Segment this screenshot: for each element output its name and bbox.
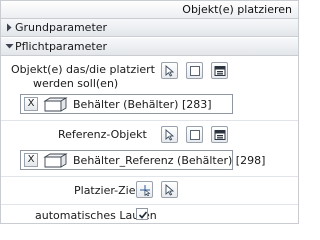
checkmark-icon: [138, 211, 148, 219]
objects-field[interactable]: X Behälter (Behälter) [283]: [20, 94, 233, 114]
chevron-down-icon: [5, 44, 14, 49]
pflichtparameter-content: Objekt(e) das/die platziert werden soll(…: [1, 57, 298, 223]
panel-title: Objekt(e) platzieren: [182, 3, 292, 16]
select-pointer-icon: [165, 65, 175, 77]
rectangle-select-icon: [190, 66, 200, 76]
chevron-right-icon: [7, 23, 12, 32]
section-label: Pflichtparameter: [15, 40, 108, 53]
divider: [1, 204, 298, 205]
panel-titlebar: Objekt(e) platzieren: [1, 1, 298, 19]
reference-rectangle-select-button[interactable]: [186, 126, 203, 143]
properties-panel: Objekt(e) platzieren Grundparameter Pfli…: [0, 0, 299, 224]
section-label: Grundparameter: [15, 21, 108, 34]
target-select-pointer-button[interactable]: [161, 181, 178, 198]
section-pflichtparameter[interactable]: Pflichtparameter: [1, 38, 298, 56]
reference-value: Behälter_Referenz (Behälter) [298]: [73, 154, 266, 167]
object-box-icon: [43, 153, 68, 168]
objects-rectangle-select-button[interactable]: [186, 62, 203, 79]
pick-point-icon: [140, 185, 151, 196]
objects-label-line2: werden soll(en): [33, 77, 119, 90]
object-box-icon: [43, 97, 68, 112]
divider: [1, 120, 298, 121]
reference-label: Referenz-Objekt: [58, 128, 147, 141]
objects-list-select-button[interactable]: [211, 62, 228, 79]
objects-select-pointer-button[interactable]: [161, 62, 178, 79]
list-select-icon: [214, 130, 226, 140]
divider: [1, 176, 298, 177]
select-pointer-icon: [165, 129, 175, 141]
list-select-icon: [214, 66, 226, 76]
reference-field[interactable]: X Behälter_Referenz (Behälter) [298]: [20, 150, 265, 170]
reference-select-pointer-button[interactable]: [161, 126, 178, 143]
section-grundparameter[interactable]: Grundparameter: [1, 19, 298, 37]
target-pick-point-button[interactable]: [136, 181, 153, 198]
rectangle-select-icon: [190, 130, 200, 140]
auto-run-checkbox[interactable]: [136, 208, 148, 220]
objects-value: Behälter (Behälter) [283]: [73, 98, 212, 111]
objects-clear-button[interactable]: X: [24, 97, 38, 111]
objects-label-line1: Objekt(e) das/die platziert: [11, 63, 155, 76]
target-label: Platzier-Ziel: [74, 184, 139, 197]
select-pointer-icon: [165, 184, 175, 196]
reference-list-select-button[interactable]: [211, 126, 228, 143]
reference-clear-button[interactable]: X: [24, 153, 38, 167]
